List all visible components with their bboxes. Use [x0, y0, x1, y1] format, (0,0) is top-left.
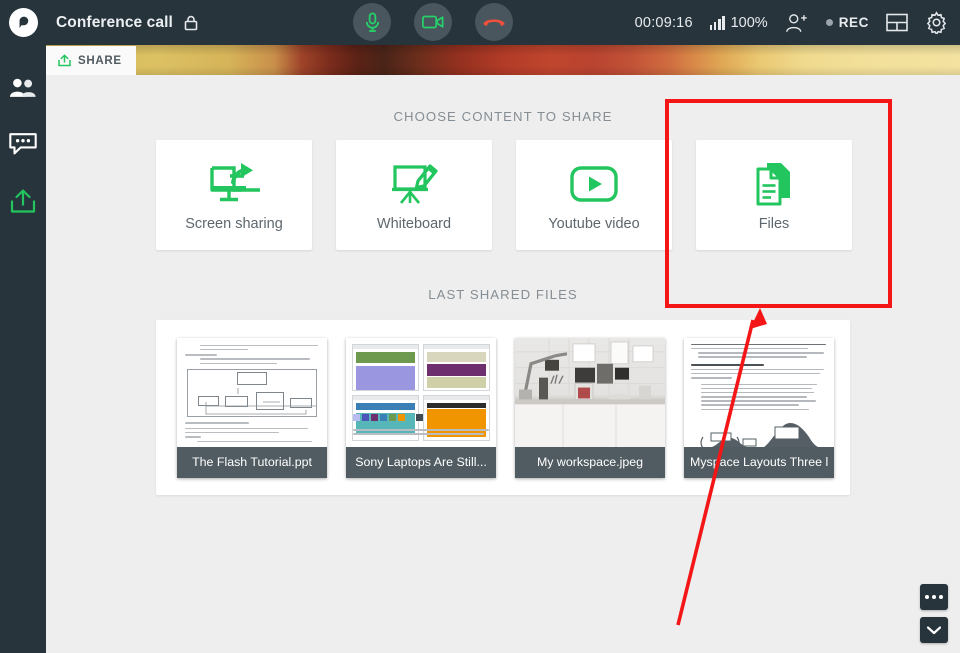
share-option-whiteboard[interactable]: Whiteboard [336, 140, 492, 250]
layout-grid-icon [886, 13, 908, 32]
file-thumbnail [515, 337, 665, 447]
share-option-label: Whiteboard [376, 216, 452, 232]
file-card[interactable]: Sony Laptops Are Still... [346, 337, 496, 478]
file-card[interactable]: My workspace.jpeg [515, 337, 665, 478]
share-upload-icon [10, 189, 36, 213]
call-controls [353, 3, 513, 41]
share-options-row: Screen sharing Whiteboard Youtube video … [156, 140, 852, 250]
more-options-icon [925, 595, 943, 599]
share-option-screen-sharing[interactable]: Screen sharing [156, 140, 312, 250]
file-name: My workspace.jpeg [536, 455, 644, 469]
chevron-down-icon [927, 626, 941, 634]
camera-button[interactable] [414, 3, 452, 41]
share-option-label: Screen sharing [185, 216, 283, 232]
file-thumbnail [177, 337, 327, 447]
file-name-bar: Myspace Layouts Three l... [684, 446, 834, 478]
logo-glyph [19, 16, 28, 29]
microphone-icon [365, 12, 379, 32]
connection-quality: 100% [709, 14, 768, 31]
settings-button[interactable] [925, 11, 948, 34]
share-option-youtube-video[interactable]: Youtube video [516, 140, 672, 250]
add-user-icon [785, 13, 807, 32]
conference-app-window: Conference call 00:09:16 100% REC SHARE … [0, 0, 960, 653]
video-camera-icon [422, 15, 444, 29]
sidebar-item-share[interactable] [6, 185, 40, 217]
last-shared-files-panel: The Flash Tutorial.ppt Sony Laptops Are … [156, 320, 850, 495]
document-file-icon [753, 158, 795, 210]
file-card[interactable]: Myspace Layouts Three l... [684, 337, 834, 478]
top-header-bar: Conference call 00:09:16 100% REC [0, 0, 960, 45]
file-name-bar: The Flash Tutorial.ppt [177, 446, 327, 478]
last-shared-files-title: LAST SHARED FILES [428, 287, 578, 302]
file-name: Sony Laptops Are Still... [355, 455, 487, 469]
signal-bars-icon [709, 15, 725, 30]
tab-share-label: SHARE [78, 54, 122, 67]
sidebar-item-chat[interactable] [6, 128, 40, 160]
bottom-right-controls [920, 584, 948, 643]
file-card[interactable]: The Flash Tutorial.ppt [177, 337, 327, 478]
file-name: Myspace Layouts Three l... [690, 455, 828, 469]
choose-content-title: CHOOSE CONTENT TO SHARE [393, 109, 613, 124]
workspace-photo-graphic [515, 337, 665, 447]
file-name-bar: My workspace.jpeg [515, 446, 665, 478]
share-panel: CHOOSE CONTENT TO SHARE Screen sharing W… [46, 75, 960, 653]
app-logo [0, 0, 46, 45]
microphone-button[interactable] [353, 3, 391, 41]
add-user-button[interactable] [785, 13, 809, 33]
file-thumbnail [684, 337, 834, 447]
connection-percent: 100% [730, 14, 768, 31]
screen-share-icon [208, 158, 260, 210]
sidebar-item-participants[interactable] [6, 71, 40, 103]
header-status-controls: 00:09:16 100% REC [635, 0, 948, 45]
lock-icon [184, 15, 198, 31]
whiteboard-easel-icon [388, 158, 440, 210]
share-option-label: Youtube video [548, 216, 640, 232]
play-button-icon [570, 158, 618, 210]
hang-up-phone-icon [483, 19, 505, 27]
left-sidebar [0, 45, 46, 653]
participants-icon [9, 78, 36, 97]
file-thumbnail [346, 337, 496, 447]
share-upload-icon [58, 54, 71, 67]
call-title: Conference call [56, 13, 173, 31]
record-button[interactable]: REC [825, 15, 869, 30]
collapse-button[interactable] [920, 617, 948, 643]
share-option-files[interactable]: Files [696, 140, 852, 250]
hangup-button[interactable] [475, 3, 513, 41]
file-name-bar: Sony Laptops Are Still... [346, 446, 496, 478]
file-name: The Flash Tutorial.ppt [192, 455, 312, 469]
lifecycle-curve-diagram [700, 422, 818, 447]
color-swatches [353, 413, 423, 421]
layout-button[interactable] [886, 13, 908, 32]
tab-share[interactable]: SHARE [46, 46, 136, 75]
record-label: REC [838, 15, 869, 30]
record-dot-icon [825, 19, 833, 26]
more-options-button[interactable] [920, 584, 948, 610]
call-timer: 00:09:16 [634, 14, 693, 31]
chat-bubble-icon [9, 133, 37, 155]
gear-icon [926, 11, 947, 34]
uml-connector-lines [205, 388, 316, 415]
proficonf-logo-icon [8, 8, 38, 37]
share-option-label: Files [758, 216, 790, 232]
video-feed-strip [46, 45, 960, 75]
